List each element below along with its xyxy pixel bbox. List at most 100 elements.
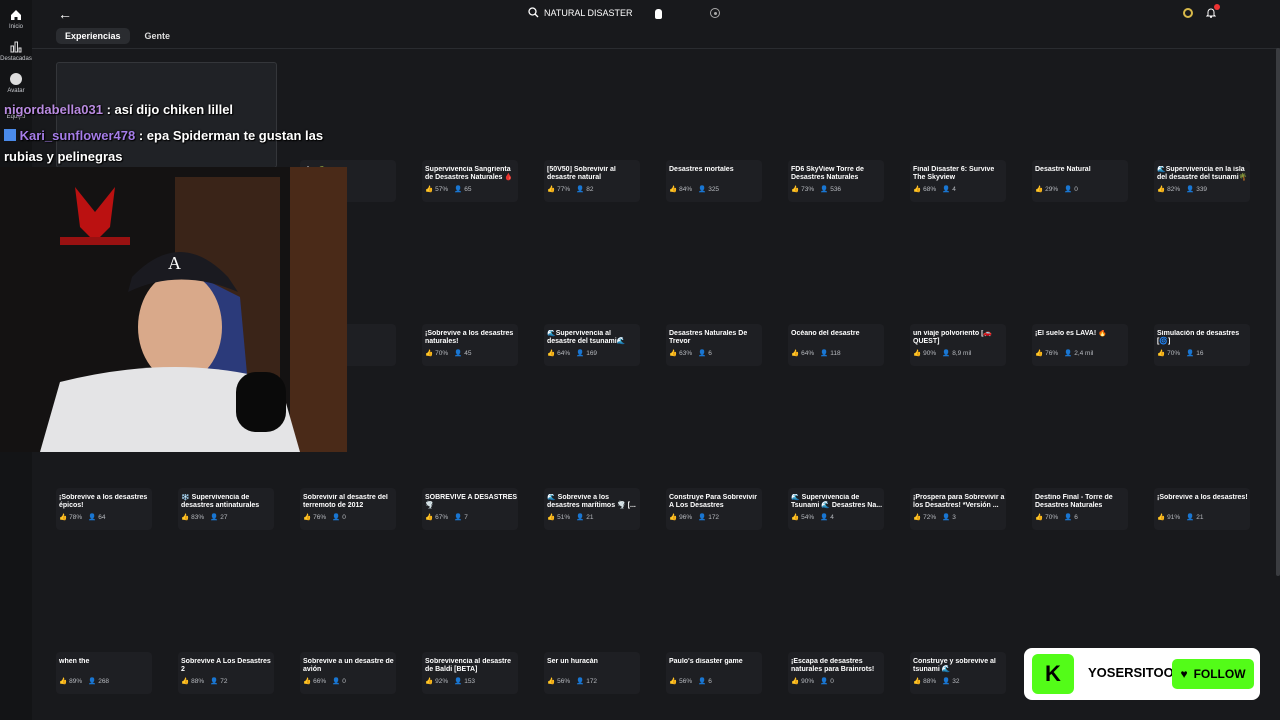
like-percent: 96% <box>679 513 693 521</box>
like-rating: 👍 70% <box>1157 349 1180 358</box>
sidebar-item-featured[interactable]: Destacadas <box>0 40 32 62</box>
player-count: 👤 8,9 mil <box>942 349 971 358</box>
like-rating: 👍 63% <box>669 349 692 358</box>
players-icon: 👤 <box>1064 186 1073 193</box>
game-title: Simulación de desastres [🌀] <box>1157 330 1240 345</box>
game-stats: 👍 56% 👤 172 <box>547 677 640 686</box>
game-stats: 👍 54% 👤 4 <box>791 513 884 522</box>
game-card[interactable]: [50V50] Sobrevivir al desastre natural 👍 7… <box>544 160 640 202</box>
game-card[interactable]: Sobrevivir al desastre del terremoto de … <box>300 488 396 530</box>
search-input[interactable]: NATURAL DISASTER <box>544 8 633 18</box>
game-card[interactable]: ¡Prospera para Sobrevivir a los Desastre… <box>910 488 1006 530</box>
players-icon: 👤 <box>454 350 463 357</box>
game-card[interactable]: un viaje polvoriento [🚗QUEST] 👍 90% 👤 8,9 mi… <box>910 324 1006 366</box>
game-card[interactable]: 🌊 Sobrevive a los desastres marítimos 🌪️… <box>544 488 640 530</box>
player-count: 👤 4 <box>820 513 834 522</box>
thumbs-up-icon: 👍 <box>669 350 678 357</box>
like-rating: 👍 77% <box>547 185 570 194</box>
follow-button[interactable]: ♥ FOLLOW <box>1172 659 1254 689</box>
player-count: 👤 6 <box>698 677 712 686</box>
players-icon: 👤 <box>576 186 585 193</box>
game-stats: 👍 56% 👤 6 <box>669 677 762 686</box>
player-count: 👤 65 <box>454 185 472 194</box>
game-card[interactable]: Sobrevive A Los Desastres 2 👍 88% 👤 72 <box>178 652 274 694</box>
game-card[interactable]: Paulo's disaster game 👍 56% 👤 6 <box>666 652 762 694</box>
thumbs-up-icon: 👍 <box>1035 186 1044 193</box>
like-rating: 👍 96% <box>669 513 693 522</box>
players-icon: 👤 <box>820 514 829 521</box>
game-stats: 👍 96% 👤 172 <box>669 513 762 522</box>
scrollbar[interactable] <box>1276 48 1280 576</box>
thumbs-up-icon: 👍 <box>791 186 800 193</box>
thumbs-up-icon: 👍 <box>425 514 434 521</box>
game-card[interactable]: ¡Sobrevive a los desastres naturales! 👍 70… <box>422 324 518 366</box>
game-stats: 👍 76% 👤 0 <box>303 513 396 522</box>
game-title: ¡Sobrevive a los desastres épicos! <box>59 494 148 509</box>
game-card[interactable]: Océano del desastre 👍 64% 👤 118 <box>788 324 884 366</box>
game-title: Sobrevivir al desastre del terremoto de … <box>303 494 388 509</box>
player-count-value: 169 <box>586 349 598 357</box>
player-count-value: 339 <box>1196 185 1208 193</box>
players-icon: 👤 <box>576 514 585 521</box>
thumbs-up-icon: 👍 <box>1157 514 1166 521</box>
game-card[interactable]: ¡El suelo es LAVA! 🔥 👍 76% 👤 2,4 mil <box>1032 324 1128 366</box>
game-card[interactable]: Simulación de desastres [🌀] 👍 70% 👤 16 <box>1154 324 1250 366</box>
like-rating: 👍 90% <box>791 677 814 686</box>
player-count: 👤 64 <box>88 513 105 522</box>
game-card[interactable]: ❄️ Supervivencia de desastres antinatura… <box>178 488 274 530</box>
like-percent: 68% <box>923 185 937 193</box>
game-card[interactable]: ¡Sobrevive a los desastres épicos! 👍 78% 👤 6… <box>56 488 152 530</box>
game-title: Construye y sobrevive al tsunami 🌊 <box>913 658 996 673</box>
sidebar-item-home[interactable]: Inicio <box>0 8 32 30</box>
game-card[interactable]: Final Disaster 6: Survive The Skyview 👍 68… <box>910 160 1006 202</box>
player-count-value: 65 <box>464 185 472 193</box>
tab-experiences[interactable]: Experiencias <box>56 28 130 44</box>
player-count: 👤 118 <box>820 349 840 358</box>
like-percent: 56% <box>679 677 693 685</box>
search-bar[interactable]: NATURAL DISASTER <box>528 7 633 18</box>
game-card[interactable]: when the 👍 89% 👤 268 <box>56 652 152 694</box>
game-card[interactable]: Desastre Natural 👍 29% 👤 0 <box>1032 160 1128 202</box>
robux-icon[interactable] <box>1183 8 1193 18</box>
game-card[interactable]: Construye Para Sobrevivir A Los Desastre… <box>666 488 762 530</box>
tab-people[interactable]: Gente <box>136 28 180 44</box>
game-card[interactable]: FD6 SkyView Torre de Desastres Naturales… <box>788 160 884 202</box>
player-count-value: 0 <box>1074 185 1078 193</box>
like-percent: 57% <box>435 185 449 193</box>
clear-search-icon[interactable] <box>710 8 720 18</box>
thumbs-up-icon: 👍 <box>791 514 800 521</box>
game-card[interactable]: Desastres Naturales De Trevor 👍 63% 👤 6 <box>666 324 762 366</box>
player-count: 👤 16 <box>1186 349 1203 358</box>
like-rating: 👍 78% <box>59 513 82 522</box>
thumbs-up-icon: 👍 <box>547 514 556 521</box>
game-card[interactable]: ¡Escapa de desastres naturales para Brai… <box>788 652 884 694</box>
game-card[interactable]: SOBREVIVE A DESASTRES🌪️ 👍 67% 👤 7 <box>422 488 518 530</box>
game-card[interactable]: Ser un huracán 👍 56% 👤 172 <box>544 652 640 694</box>
game-card[interactable]: Sobrevive a un desastre de avión 👍 66% 👤 0 <box>300 652 396 694</box>
players-icon: 👤 <box>210 678 219 685</box>
like-rating: 👍 68% <box>913 185 937 194</box>
game-title: Sobrevive a un desastre de avión <box>303 658 394 673</box>
game-card[interactable]: Desastres mortales 👍 84% 👤 325 <box>666 160 762 202</box>
sidebar-item-avatar[interactable]: Avatar <box>0 72 32 94</box>
player-count: 👤 6 <box>698 349 712 358</box>
mouse-cursor-icon <box>655 9 662 19</box>
game-card[interactable]: 🌊Supervivencia al desastre del tsunami🌊 👍… <box>544 324 640 366</box>
game-title: 🌊 Sobrevive a los desastres marítimos 🌪️… <box>547 494 636 509</box>
game-card[interactable]: Sobrevivencia al desastre de Baldi [BETA… <box>422 652 518 694</box>
game-card[interactable]: ¡Sobrevive a los desastres! 👍 91% 👤 21 <box>1154 488 1250 530</box>
like-rating: 👍 70% <box>1035 513 1058 522</box>
game-card[interactable]: 🌊 Supervivencia de Tsunami 🌊 Desastres N… <box>788 488 884 530</box>
game-title: 🌊Supervivencia en la isla del desastre d… <box>1157 166 1248 181</box>
like-rating: 👍 64% <box>791 349 814 358</box>
game-card[interactable]: Construye y sobrevive al tsunami 🌊 👍 88% 👤 3… <box>910 652 1006 694</box>
game-card[interactable]: 🌊Supervivencia en la isla del desastre d… <box>1154 160 1250 202</box>
game-card[interactable]: Destino Final - Torre de Desastres Natur… <box>1032 488 1128 530</box>
back-arrow-icon[interactable]: ← <box>58 6 72 22</box>
game-title: ¡Sobrevive a los desastres! <box>1157 494 1248 501</box>
player-count-value: 45 <box>464 349 472 357</box>
thumbs-up-icon: 👍 <box>425 350 434 357</box>
player-count: 👤 82 <box>576 185 593 194</box>
game-card[interactable]: Supervivencia Sangrienta de Desastres Na… <box>422 160 518 202</box>
player-count: 👤 0 <box>332 513 346 522</box>
